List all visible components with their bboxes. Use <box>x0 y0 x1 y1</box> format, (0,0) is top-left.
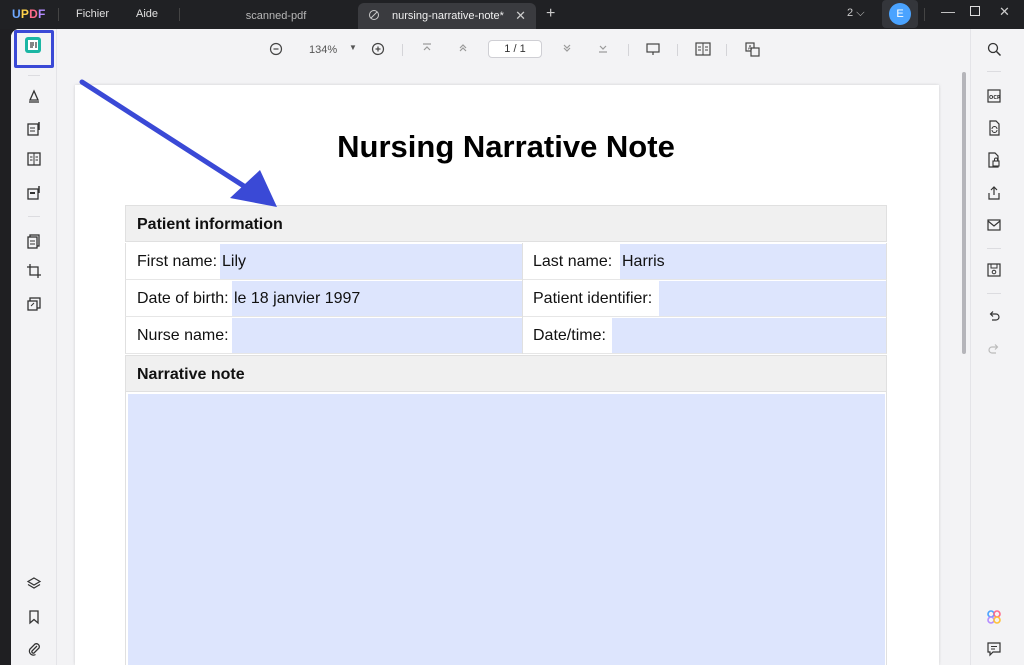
section-narrative-note: Narrative note <box>125 355 887 392</box>
last-page-icon[interactable] <box>597 42 609 57</box>
divider <box>726 44 727 56</box>
nurse-name-field[interactable] <box>232 318 522 353</box>
patient-identifier-field[interactable] <box>659 281 886 316</box>
left-toolbar <box>11 29 57 665</box>
zoom-dropdown-icon[interactable]: ▼ <box>349 43 357 52</box>
first-name-field[interactable]: Lily <box>220 244 522 279</box>
divider <box>987 293 1001 294</box>
nurse-name-label: Nurse name: <box>137 327 229 344</box>
new-tab-icon[interactable]: + <box>546 5 555 23</box>
title-bar: UPDF Fichier Aide scanned-pdf nursing-na… <box>0 0 1024 29</box>
divider <box>924 8 925 21</box>
menu-file[interactable]: Fichier <box>76 8 109 20</box>
email-icon[interactable] <box>984 215 1004 235</box>
crop-icon[interactable] <box>24 261 44 281</box>
tab-scanned-pdf[interactable]: scanned-pdf <box>196 3 356 29</box>
tab-nursing-narrative-note[interactable]: nursing-narrative-note* ✕ <box>358 3 536 29</box>
form-edit-icon[interactable] <box>24 183 44 203</box>
edit-icon <box>369 10 379 20</box>
organize-pages-icon[interactable] <box>24 231 44 251</box>
divider <box>28 75 40 76</box>
zoom-out-icon[interactable] <box>269 42 283 59</box>
date-time-field[interactable] <box>612 318 886 353</box>
attachment-icon[interactable] <box>24 639 44 659</box>
window-count-value: 2 <box>847 7 854 19</box>
layers-icon[interactable] <box>24 574 44 594</box>
close-tab-icon[interactable]: ✕ <box>515 8 526 24</box>
date-time-label: Date/time: <box>533 327 606 344</box>
translate-icon[interactable]: A <box>745 42 760 60</box>
narrative-note-field[interactable] <box>128 394 885 665</box>
divider <box>987 71 1001 72</box>
date-of-birth-label: Date of birth: <box>137 290 229 307</box>
comment-icon[interactable] <box>984 639 1004 659</box>
divider <box>677 44 678 56</box>
last-name-field[interactable]: Harris <box>620 244 886 279</box>
last-name-label: Last name: <box>533 253 613 270</box>
document-title: Nursing Narrative Note <box>337 129 675 164</box>
avatar[interactable]: E <box>889 3 911 25</box>
ai-assistant-icon[interactable] <box>984 607 1004 627</box>
right-toolbar: OCR <box>970 29 1016 665</box>
section-patient-information: Patient information <box>125 205 887 242</box>
divider <box>402 44 403 56</box>
maximize-icon[interactable] <box>970 6 980 19</box>
search-icon[interactable] <box>984 39 1004 59</box>
divider <box>628 44 629 56</box>
divider <box>58 8 59 21</box>
tab-label: nursing-narrative-note* <box>392 10 504 22</box>
page-display-icon[interactable] <box>695 42 711 59</box>
share-icon[interactable] <box>984 183 1004 203</box>
close-window-icon[interactable]: ✕ <box>999 4 1010 20</box>
divider <box>179 8 180 21</box>
redo-icon[interactable] <box>984 340 1004 360</box>
save-icon[interactable] <box>984 260 1004 280</box>
divider <box>987 248 1001 249</box>
bookmark-icon[interactable] <box>24 607 44 627</box>
chevron-down-icon: ⌵ <box>856 7 865 19</box>
first-page-icon[interactable] <box>421 42 433 57</box>
zoom-in-icon[interactable] <box>371 42 385 59</box>
compare-icon[interactable] <box>24 294 44 314</box>
tab-label: scanned-pdf <box>245 10 307 22</box>
table-border-left <box>125 392 126 665</box>
zoom-level[interactable]: 134% <box>309 44 337 56</box>
svg-text:OCR: OCR <box>989 95 1001 101</box>
highlighter-icon[interactable] <box>24 86 44 106</box>
first-name-label: First name: <box>137 253 218 270</box>
date-of-birth-field[interactable]: le 18 janvier 1997 <box>232 281 522 316</box>
ocr-icon[interactable]: OCR <box>984 86 1004 106</box>
next-page-icon[interactable] <box>561 42 573 57</box>
previous-page-icon[interactable] <box>457 42 469 57</box>
window-count[interactable]: 2 ⌵ <box>847 7 865 20</box>
patient-identifier-label: Patient identifier: <box>533 290 653 307</box>
divider <box>28 216 40 217</box>
minimize-icon[interactable]: — <box>941 3 955 19</box>
presentation-icon[interactable] <box>646 42 660 59</box>
app-logo: UPDF <box>12 7 46 21</box>
menu-help[interactable]: Aide <box>136 8 158 20</box>
highlight-box <box>14 30 54 68</box>
vertical-scrollbar[interactable] <box>962 72 966 354</box>
undo-icon[interactable] <box>984 307 1004 327</box>
page-number-input[interactable]: 1 / 1 <box>488 40 542 58</box>
table-border-right <box>886 392 887 665</box>
column-divider <box>522 243 523 354</box>
